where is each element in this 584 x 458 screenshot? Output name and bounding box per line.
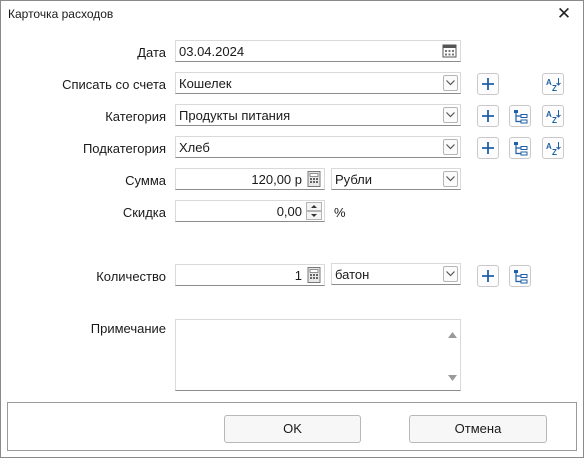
note-label: Примечание: [90, 321, 166, 336]
sort-subcategories-button[interactable]: AZ: [542, 137, 564, 159]
date-field[interactable]: 03.04.2024: [175, 40, 461, 62]
quantity-value: 1: [294, 268, 302, 283]
note-textarea[interactable]: [175, 319, 461, 391]
account-select[interactable]: Кошелек: [175, 72, 461, 94]
ok-button[interactable]: OK: [224, 415, 361, 443]
account-label: Списать со счета: [62, 77, 166, 92]
svg-text:Z: Z: [552, 116, 557, 124]
window-title: Карточка расходов: [8, 7, 114, 21]
discount-value: 0,00: [276, 204, 302, 219]
amount-field[interactable]: 120,00 р: [175, 168, 325, 190]
category-value: Продукты питания: [179, 108, 291, 123]
amount-label: Сумма: [125, 173, 166, 188]
spinner-icon[interactable]: [306, 202, 322, 220]
quantity-field[interactable]: 1: [175, 264, 325, 286]
subcategory-select[interactable]: Хлеб: [175, 136, 461, 158]
currency-value: Рубли: [335, 172, 373, 187]
scroll-up-icon[interactable]: [448, 326, 457, 341]
scroll-down-icon[interactable]: [448, 369, 457, 384]
calculator-icon[interactable]: [307, 267, 321, 286]
calculator-icon[interactable]: [307, 171, 321, 190]
button-panel: OK Отмена: [7, 402, 577, 451]
quantity-label: Количество: [96, 269, 166, 284]
discount-unit: %: [334, 205, 346, 220]
unit-value: батон: [335, 267, 370, 282]
subcategory-tree-button[interactable]: [509, 137, 531, 159]
svg-text:Z: Z: [552, 84, 557, 92]
currency-select[interactable]: Рубли: [331, 168, 461, 190]
sort-accounts-button[interactable]: AZ: [542, 73, 564, 95]
svg-text:Z: Z: [552, 148, 557, 156]
add-subcategory-button[interactable]: [477, 137, 499, 159]
subcategory-value: Хлеб: [179, 140, 210, 155]
chevron-down-icon[interactable]: [443, 266, 458, 282]
expense-card-dialog: Карточка расходов ✕ Дата 03.04.2024 Спис…: [0, 0, 584, 458]
sort-categories-button[interactable]: AZ: [542, 105, 564, 127]
category-label: Категория: [105, 109, 166, 124]
date-value: 03.04.2024: [179, 44, 245, 59]
category-select[interactable]: Продукты питания: [175, 104, 461, 126]
chevron-down-icon[interactable]: [443, 75, 458, 91]
add-account-button[interactable]: [477, 73, 499, 95]
cancel-button[interactable]: Отмена: [409, 415, 547, 443]
chevron-down-icon[interactable]: [443, 107, 458, 123]
title-bar: Карточка расходов ✕: [1, 1, 583, 29]
date-label: Дата: [137, 45, 166, 60]
category-tree-button[interactable]: [509, 105, 531, 127]
calendar-icon[interactable]: [442, 43, 457, 61]
discount-label: Скидка: [122, 205, 166, 220]
add-category-button[interactable]: [477, 105, 499, 127]
note-scrollbar[interactable]: [444, 320, 460, 390]
unit-tree-button[interactable]: [509, 265, 531, 287]
discount-field[interactable]: 0,00: [175, 200, 325, 222]
chevron-down-icon[interactable]: [443, 171, 458, 187]
unit-select[interactable]: батон: [331, 263, 461, 285]
subcategory-label: Подкатегория: [82, 141, 166, 156]
add-unit-button[interactable]: [477, 265, 499, 287]
amount-value: 120,00 р: [251, 172, 302, 187]
chevron-down-icon[interactable]: [443, 139, 458, 155]
account-value: Кошелек: [179, 76, 232, 91]
close-icon[interactable]: ✕: [551, 2, 577, 26]
